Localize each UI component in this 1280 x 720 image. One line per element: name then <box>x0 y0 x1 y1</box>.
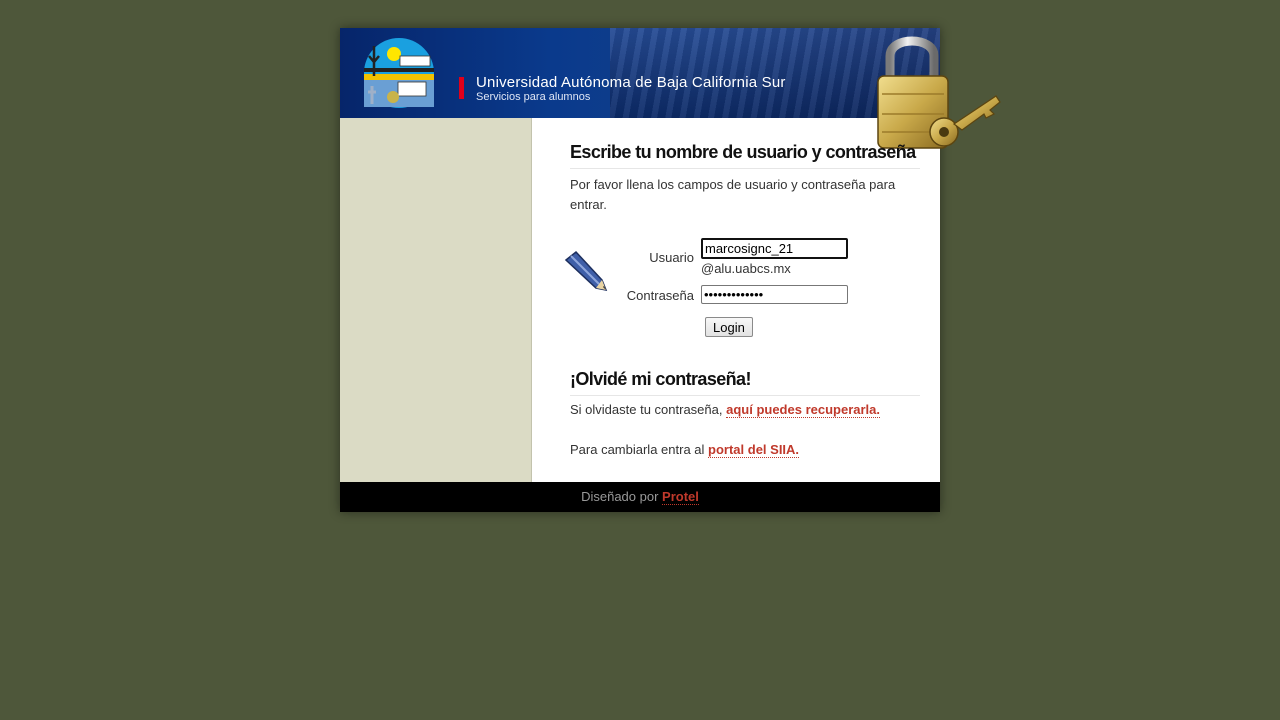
forgot-password-heading: ¡Olvidé mi contraseña! <box>570 369 920 396</box>
recover-password-link[interactable]: aquí puedes recuperarla. <box>726 402 881 418</box>
password-label: Contraseña <box>626 288 694 303</box>
login-instructions: Por favor llena los campos de usuario y … <box>570 177 896 212</box>
designer-link[interactable]: Protel <box>662 489 699 505</box>
password-input[interactable] <box>701 285 848 304</box>
forgot-password-text: Si olvidaste tu contraseña, aquí puedes … <box>570 402 881 418</box>
portal-subtitle: Servicios para alumnos <box>476 91 591 103</box>
login-button[interactable]: Login <box>705 317 753 337</box>
login-heading: Escribe tu nombre de usuario y contraseñ… <box>570 142 920 169</box>
university-name: Universidad Autónoma de Baja California … <box>476 74 786 91</box>
login-panel: Universidad Autónoma de Baja California … <box>340 28 1001 512</box>
footer: Diseñado por Protel <box>340 482 940 512</box>
footer-credit: Diseñado por <box>581 489 659 504</box>
username-input[interactable] <box>701 238 848 259</box>
left-sidebar <box>340 118 532 482</box>
siia-portal-link[interactable]: portal del SIIA. <box>708 442 800 458</box>
change-prefix: Para cambiarla entra al <box>570 442 705 457</box>
padlock-key-icon <box>877 36 1001 149</box>
change-password-text: Para cambiarla entra al portal del SIIA. <box>570 442 800 458</box>
forgot-prefix: Si olvidaste tu contraseña, <box>570 402 723 417</box>
header-banner: Universidad Autónoma de Baja California … <box>340 28 940 118</box>
uabcs-logo-icon <box>364 38 434 108</box>
username-label: Usuario <box>649 250 694 265</box>
email-domain-suffix: @alu.uabcs.mx <box>701 261 791 276</box>
pencil-icon <box>564 250 608 292</box>
red-accent-bar <box>459 77 464 99</box>
